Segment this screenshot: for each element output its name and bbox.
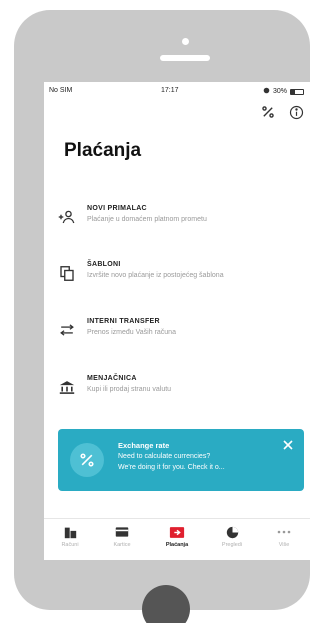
banner-title: Exchange rate — [118, 441, 170, 450]
phone-frame: No SIM 17:17 30% Plaćanja NOVI PRIMALAC … — [14, 10, 310, 623]
bottom-tab-bar: Računi Kartice Plaćanja Pregledi Više — [44, 518, 310, 560]
card-icon — [114, 525, 130, 539]
chart-icon — [224, 525, 240, 539]
exchange-icon[interactable] — [260, 104, 276, 120]
menu-item-novi-primalac[interactable]: NOVI PRIMALAC Plaćanje u domaćem platnom… — [56, 202, 304, 238]
carrier-label: No SIM — [49, 87, 73, 94]
banner-text-line1: Need to calculate currencies? — [118, 453, 211, 460]
menu-item-title: INTERNI TRANSFER — [87, 318, 160, 325]
header-actions — [260, 104, 304, 120]
exchange-rate-banner[interactable]: Exchange rate Need to calculate currenci… — [58, 429, 304, 491]
bank-icon — [56, 378, 78, 396]
tab-label: Više — [278, 542, 290, 548]
battery-icon — [290, 88, 304, 95]
menu-item-subtitle: Izvršite novo plaćanje iz postojećeg šab… — [87, 272, 224, 279]
exchange-icon — [70, 443, 104, 477]
menu-item-interni-transfer[interactable]: INTERNI TRANSFER Prenos između Vaših rač… — [56, 315, 304, 351]
status-time: 17:17 — [161, 87, 179, 94]
status-bar: No SIM 17:17 30% — [44, 82, 310, 100]
transfer-arrows-icon — [56, 321, 78, 339]
tab-placanja[interactable]: Plaćanja — [157, 525, 197, 557]
camera-dot — [182, 38, 189, 45]
page-title: Plaćanja — [64, 140, 142, 161]
tab-label: Plaćanja — [165, 542, 189, 548]
payment-icon — [169, 525, 185, 539]
info-icon[interactable] — [288, 104, 304, 120]
battery-indicator: 30% — [263, 87, 304, 96]
accounts-icon — [62, 525, 78, 539]
home-button[interactable] — [142, 585, 190, 623]
tab-label: Kartice — [113, 542, 131, 548]
menu-item-title: MENJAČNICA — [87, 375, 137, 382]
add-user-icon — [56, 208, 78, 226]
copy-icon — [56, 264, 78, 282]
close-icon[interactable] — [282, 439, 294, 451]
menu-item-subtitle: Prenos između Vaših računa — [87, 329, 176, 336]
tab-vise[interactable]: Više — [264, 525, 304, 557]
lock-rotation-icon — [263, 87, 270, 96]
more-icon — [276, 525, 292, 539]
tab-label: Pregledi — [221, 542, 243, 548]
menu-item-title: ŠABLONI — [87, 261, 121, 268]
tab-pregledi[interactable]: Pregledi — [212, 525, 252, 557]
tab-label: Računi — [61, 542, 79, 548]
menu-item-subtitle: Kupi ili prodaj stranu valutu — [87, 386, 172, 393]
tab-racuni[interactable]: Računi — [50, 525, 90, 557]
app-screen: No SIM 17:17 30% Plaćanja NOVI PRIMALAC … — [44, 82, 310, 560]
menu-item-title: NOVI PRIMALAC — [87, 205, 147, 212]
banner-text-line2: We're doing it for you. Check it o... — [118, 464, 225, 471]
menu-item-sabloni[interactable]: ŠABLONI Izvršite novo plaćanje iz postoj… — [56, 258, 304, 294]
menu-item-subtitle: Plaćanje u domaćem platnom prometu — [87, 216, 207, 223]
battery-percent: 30% — [272, 88, 287, 95]
speaker-grille — [160, 55, 210, 61]
tab-kartice[interactable]: Kartice — [102, 525, 142, 557]
menu-item-menjacnica[interactable]: MENJAČNICA Kupi ili prodaj stranu valutu — [56, 372, 304, 408]
